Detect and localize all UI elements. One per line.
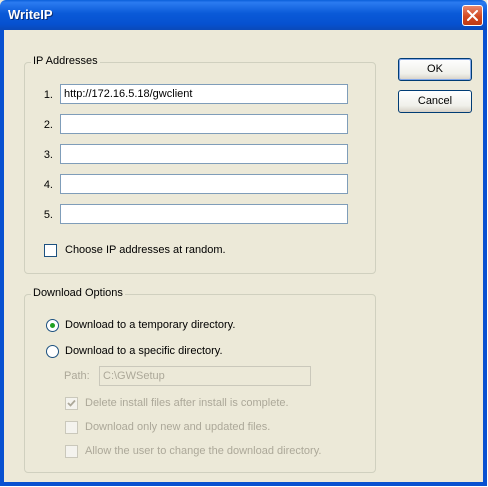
ip-addresses-group: IP Addresses 1. http://172.16.5.18/gwcli… — [24, 55, 376, 274]
cancel-button[interactable]: Cancel — [398, 90, 472, 113]
ip-address-3-input[interactable] — [60, 144, 348, 164]
specific-directory-radio[interactable] — [46, 345, 59, 358]
writeip-dialog: WriteIP IP Addresses 1. http://172.16.5.… — [0, 0, 487, 486]
only-new-files-checkbox[interactable] — [65, 421, 78, 434]
allow-change-dir-checkbox[interactable] — [65, 445, 78, 458]
ip-row-1-number: 1. — [43, 89, 53, 101]
temp-directory-label[interactable]: Download to a temporary directory. — [65, 319, 235, 331]
close-button[interactable] — [462, 5, 483, 26]
download-options-legend: Download Options — [31, 287, 125, 299]
temp-directory-radio[interactable] — [46, 319, 59, 332]
radio-selected-dot — [50, 323, 55, 328]
window-frame-bottom — [0, 482, 487, 486]
ok-button[interactable]: OK — [398, 58, 472, 81]
close-icon — [467, 10, 478, 21]
specific-directory-label[interactable]: Download to a specific directory. — [65, 345, 223, 357]
window-title: WriteIP — [8, 7, 53, 22]
checkmark-icon — [67, 399, 76, 407]
only-new-files-label[interactable]: Download only new and updated files. — [85, 421, 270, 433]
ip-address-4-input[interactable] — [60, 174, 348, 194]
ip-address-1-input[interactable]: http://172.16.5.18/gwclient — [60, 84, 348, 104]
delete-files-checkbox[interactable] — [65, 397, 78, 410]
window-frame-left — [0, 30, 4, 486]
allow-change-dir-label[interactable]: Allow the user to change the download di… — [85, 445, 321, 457]
title-bar[interactable]: WriteIP — [0, 0, 487, 30]
ip-address-5-input[interactable] — [60, 204, 348, 224]
random-ip-label[interactable]: Choose IP addresses at random. — [65, 244, 226, 256]
ip-address-2-input[interactable] — [60, 114, 348, 134]
ip-row-4-number: 4. — [43, 179, 53, 191]
download-path-input[interactable]: C:\GWSetup — [99, 366, 311, 386]
ip-row-5-number: 5. — [43, 209, 53, 221]
ip-row-3-number: 3. — [43, 149, 53, 161]
path-label: Path: — [64, 370, 90, 382]
random-ip-checkbox[interactable] — [44, 244, 57, 257]
delete-files-label[interactable]: Delete install files after install is co… — [85, 397, 289, 409]
ip-row-2-number: 2. — [43, 119, 53, 131]
ip-addresses-legend: IP Addresses — [31, 55, 100, 67]
window-frame-right — [483, 30, 487, 486]
